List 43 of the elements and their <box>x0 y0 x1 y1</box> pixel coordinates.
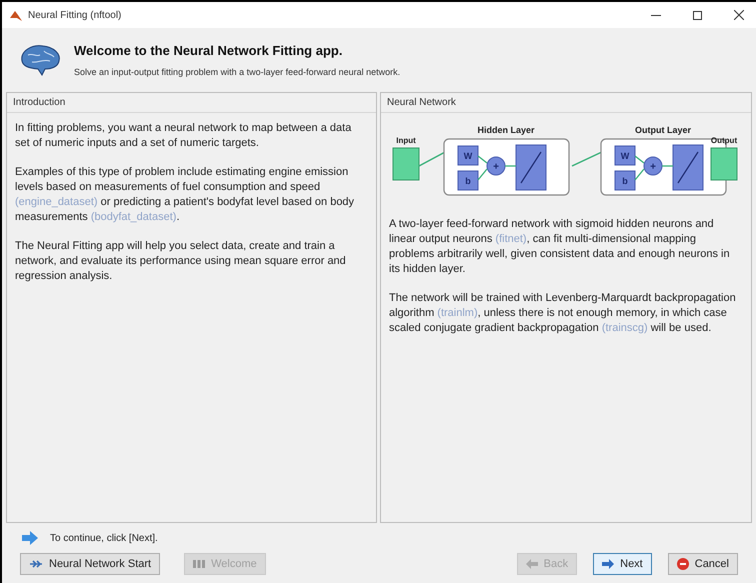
app-logo-icon <box>10 10 22 20</box>
network-icon <box>29 559 43 569</box>
layer-label: Hidden Layer <box>478 125 534 135</box>
sum-node: + <box>486 156 506 176</box>
minimize-icon[interactable] <box>651 14 661 16</box>
cancel-button[interactable]: Cancel <box>668 553 738 575</box>
paragraph: The Neural Fitting app will help you select data, create and train a network, and evaluate its performance using mean square error and regression analysis. <box>15 239 347 284</box>
window-title: Neural Fitting (nftool) <box>28 8 122 22</box>
transfer-function-block <box>516 144 546 190</box>
input-block <box>392 148 420 180</box>
transfer-function-block <box>672 144 704 190</box>
link[interactable]: (engine_dataset) <box>15 196 98 208</box>
maximize-icon[interactable] <box>693 10 702 20</box>
panel-title: Neural Network <box>381 93 751 113</box>
link[interactable]: (trainscg) <box>602 322 648 334</box>
hint-text: To continue, click [Next]. <box>50 532 158 546</box>
grid-icon <box>193 559 206 569</box>
welcome-title: Welcome to the Neural Network Fitting app. <box>74 42 344 60</box>
next-arrow-icon <box>602 559 614 569</box>
sum-node: + <box>644 156 662 176</box>
bias-block: b <box>614 170 636 190</box>
output-label: Output <box>710 136 738 145</box>
panel-title: Introduction <box>7 93 376 113</box>
close-icon[interactable] <box>734 10 744 20</box>
weight-block: W <box>458 146 478 166</box>
start-button[interactable]: Neural Network Start <box>20 553 160 575</box>
arrow-icon <box>22 531 38 545</box>
paragraph: A two-layer feed-forward network with sigmoid hidden neurons and linear output neurons (fitnet), can fit multi-dimensional mapping problems arbitrarily well, given consistent data and enough neurons in its hidden layer. <box>389 217 731 277</box>
back-arrow-icon <box>526 559 538 569</box>
output-block <box>710 148 738 180</box>
cancel-icon <box>676 558 689 570</box>
input-label: Input <box>396 136 416 145</box>
layer-label: Output Layer <box>635 125 691 135</box>
welcome-subtitle: Solve an input-output fitting problem with a two-layer feed-forward neural network. <box>74 66 400 79</box>
bias-block: b <box>458 170 478 190</box>
weight-block: W <box>614 146 636 166</box>
paragraph: Examples of this type of problem include estimating engine emission levels based on measurements of fuel consumption and speed (engine_dataset) or predicting a patient's bodyfat level based on body measurements (bodyfat_dataset). <box>15 165 356 225</box>
link[interactable]: (bodyfat_dataset) <box>90 211 176 223</box>
link[interactable]: (fitnet) <box>495 233 527 245</box>
link[interactable]: (trainlm) <box>437 307 478 319</box>
next-button[interactable]: Next <box>593 553 652 575</box>
paragraph: The network will be trained with Levenberg-Marquardt backpropagation algorithm (trainlm), unless there is not enough memory, in which case scaled conjugate gradient backpropagation (trainscg) will be used. <box>389 291 737 336</box>
paragraph: In fitting problems, you want a neural network to map between a data set of numeric inputs and a set of numeric targets. <box>15 121 352 151</box>
